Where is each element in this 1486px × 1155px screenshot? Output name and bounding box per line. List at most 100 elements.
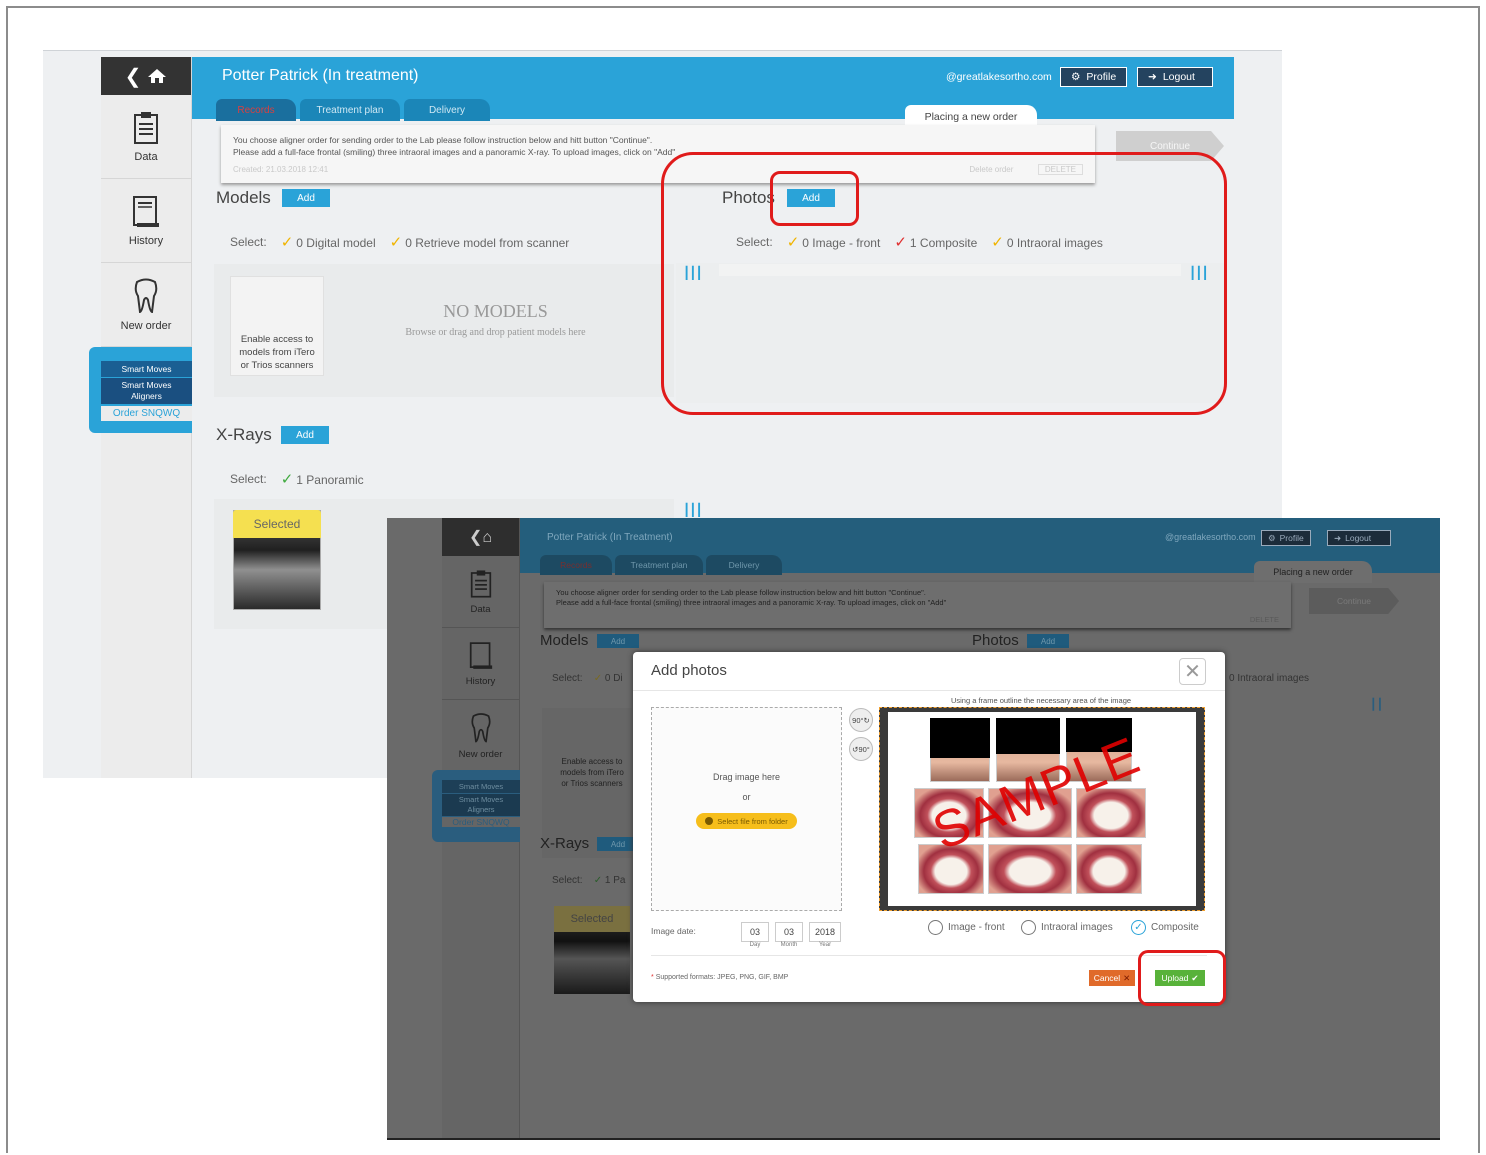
itero-access-tile[interactable]: Enable access to models from iTero or Trio… xyxy=(230,276,324,376)
tile-text: Enable access to models from iTero or Trio… xyxy=(239,334,315,371)
xrays-title: X-Rays xyxy=(540,835,590,852)
smart-moves-aligners-button[interactable]: Smart Moves Aligners xyxy=(101,378,192,404)
close-icon[interactable]: ✕ xyxy=(1179,658,1206,685)
privacy-blackout xyxy=(996,718,1060,754)
tab-treatment-plan[interactable]: Treatment plan xyxy=(300,99,400,121)
continue-button[interactable]: Continue xyxy=(1309,588,1399,614)
label: 1 Pa xyxy=(604,875,626,886)
sidebar-item-label: New order xyxy=(458,748,503,760)
header: Potter Patrick (In treatment) @greatlake… xyxy=(192,57,1234,129)
highlight-upload-button xyxy=(1138,950,1226,1006)
back-home-button[interactable]: ❮ xyxy=(101,57,191,95)
scroll-handle[interactable]: ┃┃┃ xyxy=(683,503,703,519)
selected-badge: Selected xyxy=(554,906,630,932)
digital-model-filter[interactable]: ✓ 0 Digital model xyxy=(281,233,376,251)
models-add-button[interactable]: Add xyxy=(282,189,330,207)
select-file-button[interactable]: Select file from folder xyxy=(696,813,797,829)
gear-icon: ⚙ xyxy=(1268,532,1276,543)
label: Aligners xyxy=(131,391,162,401)
label: 1 Panoramic xyxy=(296,473,364,487)
models-add-button[interactable]: Add xyxy=(597,634,639,648)
order-link[interactable]: Order SNQWQ xyxy=(101,406,192,421)
check-icon: ✓ xyxy=(280,471,294,488)
xrays-add-button[interactable]: Add xyxy=(281,426,329,444)
radio-image-front[interactable]: Image - front xyxy=(928,920,1005,935)
label: Aligners xyxy=(467,805,495,814)
date-day-input[interactable]: 03 xyxy=(741,922,769,942)
patient-title: Potter Patrick (In Treatment) xyxy=(547,532,673,543)
label: or Trios scanners xyxy=(561,779,623,788)
image-crop-frame[interactable]: SAMPLE xyxy=(879,707,1205,911)
month-label: Month xyxy=(780,942,798,948)
check-icon: ✓ xyxy=(593,673,603,684)
tab-treatment-plan[interactable]: Treatment plan xyxy=(615,555,703,575)
smart-moves-button[interactable]: Smart Moves xyxy=(442,780,520,793)
day-label: Day xyxy=(749,942,761,948)
composite-preview: SAMPLE xyxy=(888,712,1196,906)
back-icon: ❮ xyxy=(124,65,142,88)
photos-intraoral-filter[interactable]: 0 Intraoral images xyxy=(1229,673,1309,684)
no-models-heading: NO MODELS xyxy=(443,301,548,321)
supported-formats: * Supported formats: JPEG, PNG, GIF, BMP xyxy=(651,974,788,981)
image-drop-zone[interactable]: Drag image here or Select file from fold… xyxy=(651,707,842,911)
cancel-button[interactable]: Cancel ✕ xyxy=(1089,970,1135,986)
back-home-icon: ❮⌂ xyxy=(468,529,493,546)
smart-moves-aligners-button[interactable]: Smart Moves Aligners xyxy=(442,794,520,816)
sidebar-item-data[interactable]: Data xyxy=(101,95,191,179)
photos-add-button[interactable]: Add xyxy=(1027,634,1069,648)
sidebar-item-data[interactable]: Data xyxy=(442,556,519,628)
rotate-counterclockwise-button[interactable]: ↺ 90° xyxy=(849,737,873,761)
date-month-input[interactable]: 03 xyxy=(775,922,803,942)
tab-records[interactable]: Records xyxy=(216,99,296,121)
panoramic-filter[interactable]: ✓ 1 Panoramic xyxy=(281,470,364,488)
xrays-title: X-Rays xyxy=(216,425,272,444)
placing-new-order-tab: Placing a new order xyxy=(1254,561,1372,583)
back-home-button[interactable]: ❮⌂ xyxy=(442,518,519,556)
sidebar-item-new-order[interactable]: New order xyxy=(442,700,519,772)
no-models-hint: Browse or drag and drop patient models h… xyxy=(405,327,586,338)
sidebar-item-history[interactable]: History xyxy=(101,179,191,263)
label: 90° xyxy=(852,715,864,725)
sidebar-item-history[interactable]: History xyxy=(442,628,519,700)
label: Composite xyxy=(1151,922,1199,933)
label: Profile xyxy=(1086,71,1117,83)
required-star: * xyxy=(651,974,654,981)
radio-intraoral-images[interactable]: Intraoral images xyxy=(1021,920,1113,935)
radio-composite[interactable]: ✓ Composite xyxy=(1131,920,1199,935)
sidebar-item-label: Data xyxy=(470,603,491,615)
image-date-label: Image date: xyxy=(651,926,696,936)
foreground-screenshot: ❮⌂ Data History New order Smart Moves Sm… xyxy=(387,518,1440,1140)
label: 0 Retrieve model from scanner xyxy=(405,236,570,250)
selected-badge: Selected xyxy=(233,510,321,538)
tooth-icon xyxy=(134,278,158,313)
profile-button[interactable]: ⚙ Profile xyxy=(1261,530,1311,546)
sidebar-item-new-order[interactable]: New order xyxy=(101,263,191,347)
sidebar-item-label: History xyxy=(128,234,164,247)
patient-title: Potter Patrick (In treatment) xyxy=(222,67,419,84)
gear-icon: ⚙ xyxy=(1071,71,1081,83)
label: Image - front xyxy=(948,922,1005,933)
instruction-text: You choose aligner order for sending ord… xyxy=(233,135,653,145)
profile-button[interactable]: ⚙ Profile xyxy=(1060,67,1128,87)
smart-moves-button[interactable]: Smart Moves xyxy=(101,361,192,378)
scroll-handle[interactable]: ┃┃ xyxy=(1370,698,1386,712)
itero-access-tile[interactable]: Enable access to models from iTero or Trio… xyxy=(552,756,632,789)
order-link[interactable]: Order SNQWQ xyxy=(442,817,520,827)
user-email: @greatlakesortho.com xyxy=(946,71,1052,83)
tab-delivery[interactable]: Delivery xyxy=(404,99,490,121)
logout-button[interactable]: ➜ Logout xyxy=(1327,530,1391,546)
date-year-input[interactable]: 2018 xyxy=(809,922,841,942)
tab-records[interactable]: Records xyxy=(540,555,612,575)
drag-hint: Drag image here xyxy=(712,772,781,782)
tab-delivery[interactable]: Delivery xyxy=(706,555,782,575)
select-label: Select: xyxy=(230,235,267,249)
delete-button[interactable]: DELETE xyxy=(556,615,1279,625)
logout-icon: ➜ xyxy=(1148,71,1157,83)
smart-moves-group: Smart Moves Smart Moves Aligners Order SN… xyxy=(432,770,520,842)
label: Smart Moves xyxy=(121,380,172,390)
add-photos-modal: Add photos ✕ Drag image here or Select f… xyxy=(633,652,1225,1002)
rotate-clockwise-button[interactable]: 90° ↻ xyxy=(849,708,873,732)
retrieve-model-filter[interactable]: ✓ 0 Retrieve model from scanner xyxy=(390,233,570,251)
logout-button[interactable]: ➜ Logout xyxy=(1137,67,1213,87)
frame-hint: Using a frame outline the necessary area… xyxy=(950,696,1132,705)
